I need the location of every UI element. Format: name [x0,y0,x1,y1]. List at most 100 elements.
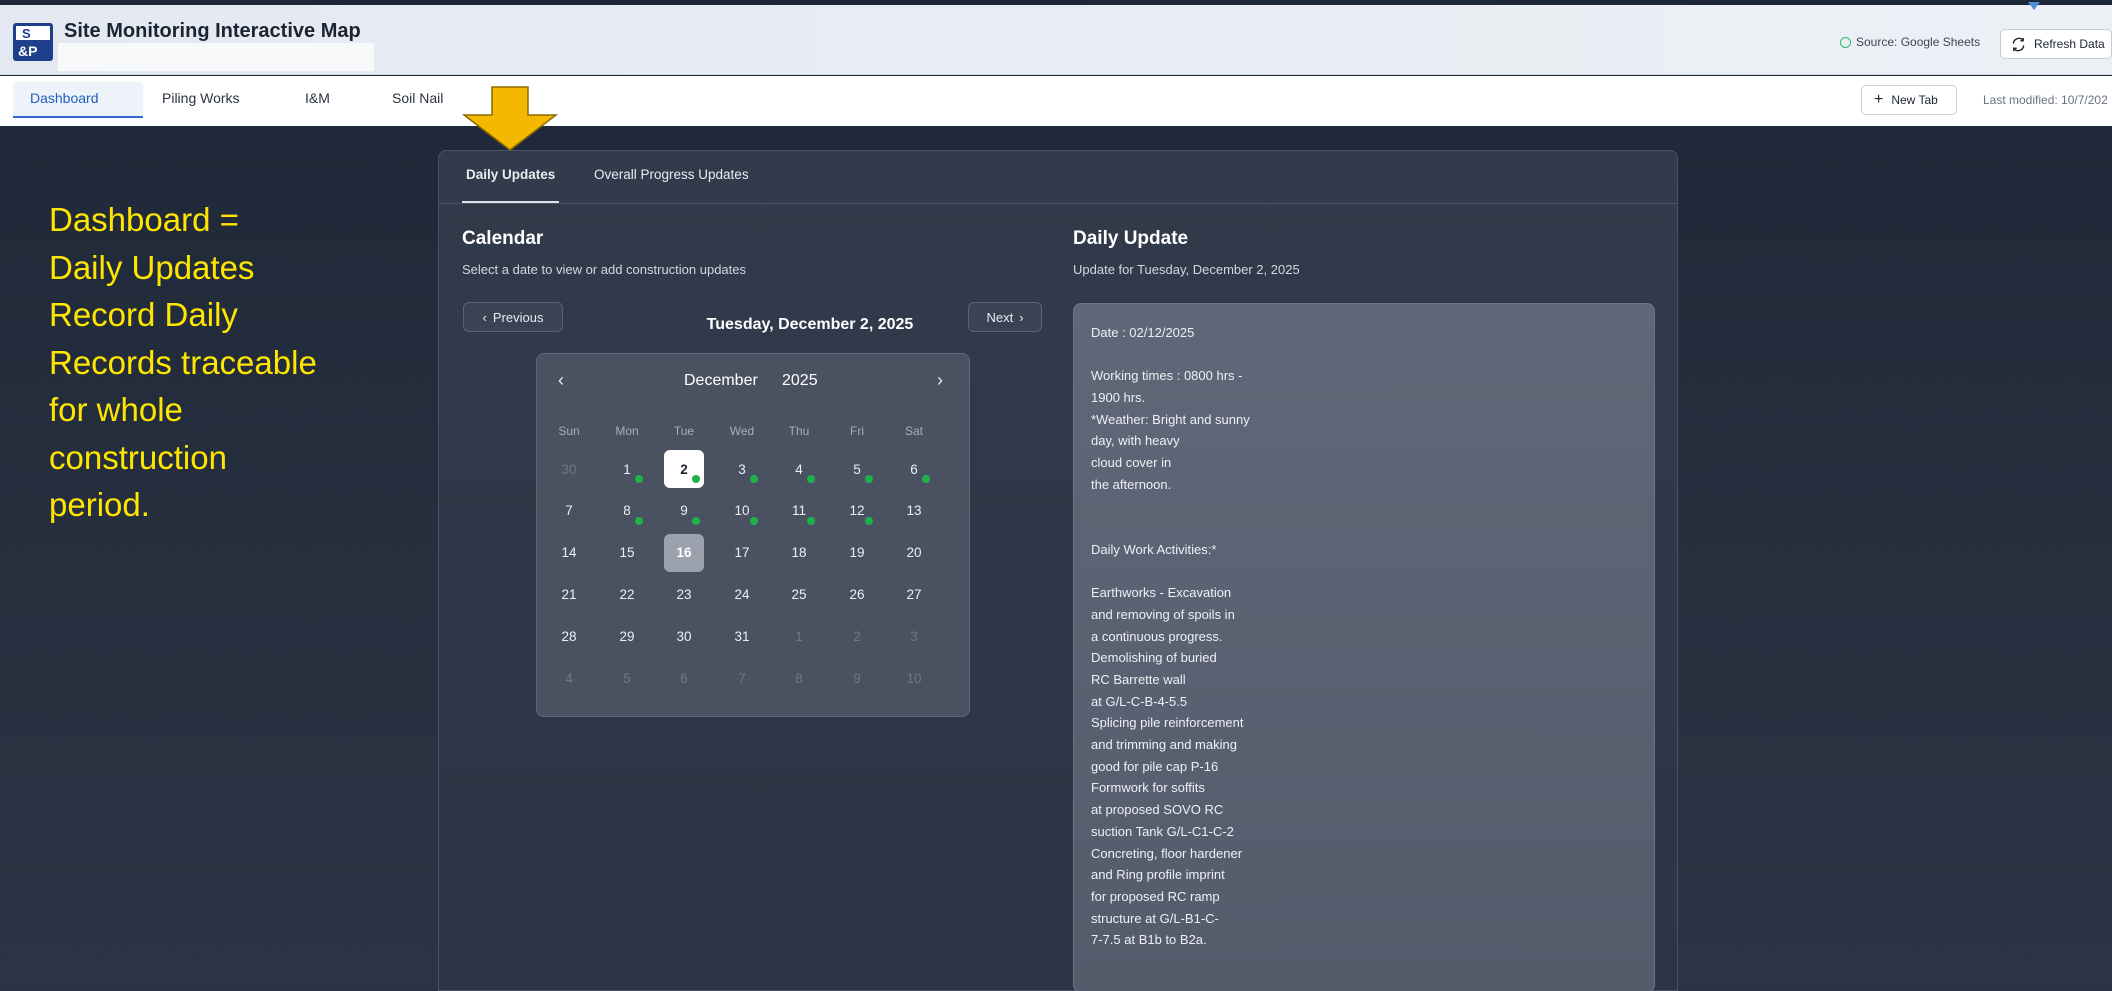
day-number: 22 [619,586,635,602]
calendar-day[interactable]: 25 [779,575,819,613]
day-number: 20 [906,545,922,561]
calendar-day[interactable]: 2 [837,617,877,655]
calendar-day[interactable]: 12 [837,492,877,530]
day-number: 7 [738,670,746,686]
tab-im[interactable]: I&M [305,90,330,124]
calendar-day[interactable]: 23 [664,575,704,613]
calendar-title: Calendar [462,228,544,249]
update-line: at proposed SOVO RC [1091,802,1224,818]
calendar-day[interactable]: 8 [779,659,819,697]
day-number: 30 [561,461,577,477]
calendar-day[interactable]: 19 [837,534,877,572]
calendar-year: 2025 [782,372,818,389]
update-marker-icon [750,475,758,483]
daily-update-content[interactable]: Date : 02/12/2025 Working times : 0800 hr… [1073,303,1655,991]
calendar-day[interactable]: 20 [894,534,934,572]
update-marker-icon [750,516,758,525]
calendar-day[interactable]: 15 [607,534,647,572]
day-number: 30 [676,628,692,644]
tab-soil-nail[interactable]: Soil Nail [392,90,443,124]
day-number: 28 [561,628,577,644]
update-line: day, with heavy [1091,433,1180,449]
calendar-day[interactable]: 1 [779,617,819,655]
calendar-day[interactable]: 6 [664,659,704,697]
calendar-day[interactable]: 22 [607,575,647,613]
calendar-day[interactable]: 4 [549,659,589,697]
calendar-day-selected[interactable]: 2 [664,450,704,488]
update-marker-icon [635,475,643,483]
day-number: 23 [676,586,692,602]
annotation-line: construction [49,438,227,476]
calendar-day[interactable]: 7 [722,659,762,697]
previous-label: Previous [492,309,544,325]
update-line: 1900 hrs. [1091,390,1146,406]
day-number: 21 [561,586,577,602]
new-tab-button[interactable]: + New Tab [1861,85,1957,115]
daily-update-title: Daily Update [1073,228,1189,249]
update-line: RC Barrette wall [1091,672,1186,687]
day-number: 3 [738,461,746,477]
calendar-day[interactable]: 28 [549,617,589,655]
calendar-day[interactable]: 24 [722,575,762,613]
calendar-day[interactable]: 1 [607,450,647,488]
annotation-line: Records traceable [49,343,317,381]
day-number: 17 [734,545,750,561]
day-number: 2 [853,628,861,644]
calendar-day[interactable]: 5 [607,659,647,697]
update-line: at G/L-C-B-4-5.5 [1091,693,1188,709]
calendar-day[interactable]: 6 [894,450,934,488]
calendar-day[interactable]: 13 [894,492,934,530]
calendar-day[interactable]: 10 [722,492,762,530]
previous-day-button[interactable]: ‹ Previous [463,302,563,332]
next-day-button[interactable]: Next › [968,302,1042,332]
calendar-day[interactable]: 11 [779,492,819,530]
weekday-label: Sun [558,424,580,438]
calendar-day[interactable]: 14 [549,534,589,572]
day-number: 16 [676,545,692,561]
calendar-day[interactable]: 9 [837,659,877,697]
tab-dashboard[interactable]: Dashboard [30,90,99,124]
company-logo: S &P [13,23,53,61]
next-month-icon[interactable]: › [937,370,943,391]
day-number: 14 [561,545,577,561]
day-number: 10 [734,503,750,519]
calendar-day[interactable]: 18 [779,534,819,572]
svg-text:S: S [22,26,31,41]
day-number: 1 [623,461,631,477]
calendar-day[interactable]: 27 [894,575,934,613]
calendar-day[interactable]: 3 [894,617,934,655]
calendar-day[interactable]: 30 [664,617,704,655]
calendar-day[interactable]: 17 [722,534,762,572]
update-marker-icon [692,475,700,483]
tab-overall-progress-updates[interactable]: Overall Progress Updates [594,167,749,203]
calendar-day[interactable]: 9 [664,492,704,530]
weekday-label: Thu [788,424,810,438]
annotation-line: Dashboard = [49,201,239,238]
calendar-day[interactable]: 31 [722,617,762,655]
update-line: and trimming and making [1091,737,1237,753]
calendar-day[interactable]: 10 [894,659,934,697]
calendar-day[interactable]: 5 [837,450,877,488]
prev-month-icon[interactable]: ‹ [558,370,564,391]
calendar-day-today[interactable]: 16 [664,533,704,572]
refresh-data-button[interactable]: Refresh Data [2000,29,2112,59]
calendar-day[interactable]: 21 [549,575,589,613]
calendar-day[interactable]: 29 [607,617,647,655]
calendar-day[interactable]: 26 [837,575,877,613]
update-marker-icon [635,516,643,525]
calendar-day[interactable]: 3 [722,450,762,488]
calendar-day[interactable]: 8 [607,492,647,530]
annotation-text: Dashboard = Daily Updates Record Daily Reco… [49,196,359,529]
tab-piling-works[interactable]: Piling Works [162,90,240,124]
calendar-day[interactable]: 4 [779,450,819,488]
update-marker-icon [807,516,815,525]
tab-daily-updates[interactable]: Daily Updates [466,167,555,203]
day-number: 27 [906,586,922,602]
annotation-line: Daily Updates [49,248,255,286]
calendar-day[interactable]: 30 [549,450,589,488]
update-line: and removing of spoils in [1091,606,1235,622]
calendar-day[interactable]: 7 [549,492,589,530]
update-line: Formwork for soffits [1091,780,1205,796]
last-modified-text: Last modified: 10/7/202 [1983,93,2108,107]
update-line: Concreting, floor hardener [1091,845,1243,861]
